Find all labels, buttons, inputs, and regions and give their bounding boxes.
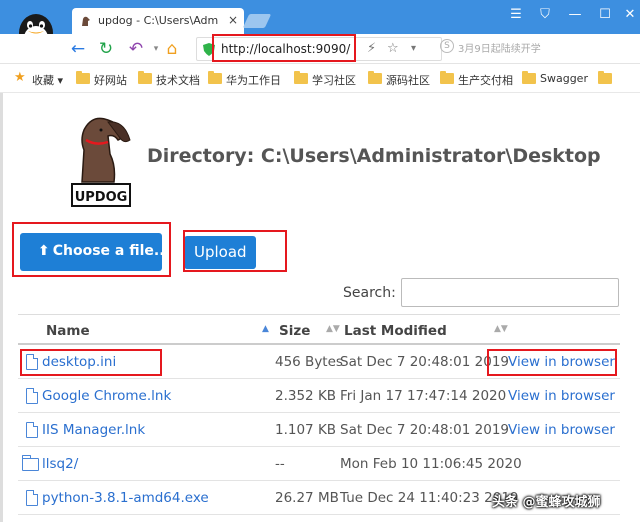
- favorite-star-icon[interactable]: ☆: [387, 41, 399, 56]
- page-title: Directory: C:\Users\Administrator\Deskto…: [147, 145, 601, 167]
- tab-title: updog - C:\Users\Adm: [98, 14, 219, 27]
- folder-icon: [368, 71, 382, 84]
- file-name-link[interactable]: python-3.8.1-amd64.exe: [42, 490, 209, 506]
- table-header: Name ▲ Size ▲▼ Last Modified ▲▼: [18, 314, 620, 345]
- folder-icon: [522, 71, 536, 84]
- browser-titlebar: updog - C:\Users\Adm × ☰ ⛉ — ☐ ✕: [0, 0, 640, 52]
- updog-logo: UPDOG: [71, 117, 131, 207]
- bookmark-folder[interactable]: 华为工作日: [208, 71, 281, 88]
- highlight-file-box: [20, 349, 162, 376]
- new-tab-button[interactable]: [242, 14, 272, 28]
- address-dropdown-icon[interactable]: ▾: [411, 43, 416, 54]
- search-hint-text: 3月9日起陆续开学: [458, 44, 541, 55]
- file-icon: [26, 388, 38, 404]
- column-size-header[interactable]: Size: [279, 323, 310, 339]
- browser-tab-updog[interactable]: updog - C:\Users\Adm ×: [72, 8, 244, 34]
- bookmark-folder[interactable]: 好网站: [76, 71, 127, 88]
- tab-close-icon[interactable]: ×: [228, 13, 238, 27]
- highlight-view-box: [487, 349, 617, 376]
- view-in-browser-link[interactable]: View in browser: [508, 388, 615, 404]
- file-modified: Fri Jan 17 17:47:14 2020: [340, 388, 507, 404]
- file-size: 1.107 KB: [275, 422, 337, 438]
- file-icon: [26, 422, 38, 438]
- folder-icon: [208, 71, 222, 84]
- table-row: Google Chrome.lnk 2.352 KB Fri Jan 17 17…: [18, 379, 620, 413]
- file-size: 456 Bytes: [275, 354, 343, 370]
- undo-icon[interactable]: ↶: [126, 39, 146, 59]
- page-left-border: [0, 93, 3, 522]
- minimize-button[interactable]: —: [565, 7, 585, 22]
- file-modified: Sat Dec 7 20:48:01 2019: [340, 422, 510, 438]
- file-size: --: [275, 456, 285, 472]
- sort-ascending-icon[interactable]: ▲: [262, 324, 269, 334]
- folder-icon: [440, 71, 454, 84]
- lightning-icon[interactable]: ⚡: [367, 41, 376, 56]
- file-name-link[interactable]: Google Chrome.lnk: [42, 388, 171, 404]
- file-table: Name ▲ Size ▲▼ Last Modified ▲▼ desktop.…: [18, 314, 620, 515]
- table-row: llsq2/ -- Mon Feb 10 11:06:45 2020: [18, 447, 620, 481]
- sort-both-icon[interactable]: ▲▼: [494, 324, 508, 334]
- logo-text: UPDOG: [75, 190, 128, 205]
- refresh-icon[interactable]: ↻: [96, 39, 116, 59]
- bookmark-folder[interactable]: 学习社区: [294, 71, 356, 88]
- menu-icon[interactable]: ☰: [506, 7, 526, 22]
- navigation-bar: ← ↻ ↶ ▾ ⌂ http://localhost:9090/ ⚡ ☆ ▾ S…: [0, 34, 640, 64]
- file-size: 26.27 MB: [275, 490, 339, 506]
- folder-icon: [76, 71, 90, 84]
- highlight-upload-box: [183, 230, 287, 272]
- bookmark-folder[interactable]: 技术文档: [138, 71, 200, 88]
- file-modified: Sat Dec 7 20:48:01 2019: [340, 354, 510, 370]
- maximize-button[interactable]: ☐: [595, 7, 615, 22]
- star-icon: ★: [14, 70, 26, 85]
- bookmark-favorites[interactable]: ★ 收藏 ▾: [14, 70, 63, 88]
- folder-icon: [294, 71, 308, 84]
- folder-icon: [598, 71, 612, 84]
- bookmarks-bar: ★ 收藏 ▾ 好网站 技术文档 华为工作日 学习社区 源码社区 生产交付相 Swa…: [0, 65, 640, 93]
- bookmark-folder[interactable]: Swagger: [522, 71, 588, 85]
- file-name-link[interactable]: IIS Manager.lnk: [42, 422, 145, 438]
- folder-icon: [22, 455, 39, 471]
- column-name-header[interactable]: Name: [46, 323, 90, 339]
- file-size: 2.352 KB: [275, 388, 337, 404]
- table-row: IIS Manager.lnk 1.107 KB Sat Dec 7 20:48…: [18, 413, 620, 447]
- search-label: Search:: [343, 285, 396, 301]
- file-icon: [26, 490, 38, 506]
- sort-both-icon[interactable]: ▲▼: [326, 324, 340, 334]
- folder-icon: [138, 71, 152, 84]
- search-input[interactable]: [401, 278, 619, 307]
- search-hint[interactable]: S 3月9日起陆续开学: [436, 39, 636, 55]
- watermark: 头条 @蜜蜂攻城狮: [492, 495, 601, 510]
- bookmark-folder[interactable]: 源码社区: [368, 71, 430, 88]
- bookmark-folder[interactable]: 生产交付相: [440, 71, 513, 88]
- home-icon[interactable]: ⌂: [162, 39, 182, 59]
- updog-favicon-icon: [82, 16, 90, 26]
- back-arrow-icon[interactable]: ←: [68, 39, 88, 59]
- skin-icon[interactable]: ⛉: [535, 7, 555, 22]
- search-engine-icon: S: [440, 39, 454, 53]
- highlight-choose-box: [12, 222, 171, 277]
- file-modified: Mon Feb 10 11:06:45 2020: [340, 456, 522, 472]
- view-in-browser-link[interactable]: View in browser: [508, 422, 615, 438]
- folder-name-link[interactable]: llsq2/: [42, 456, 78, 472]
- column-modified-header[interactable]: Last Modified: [344, 323, 447, 339]
- highlight-url-box: [212, 34, 356, 62]
- close-window-button[interactable]: ✕: [620, 7, 640, 22]
